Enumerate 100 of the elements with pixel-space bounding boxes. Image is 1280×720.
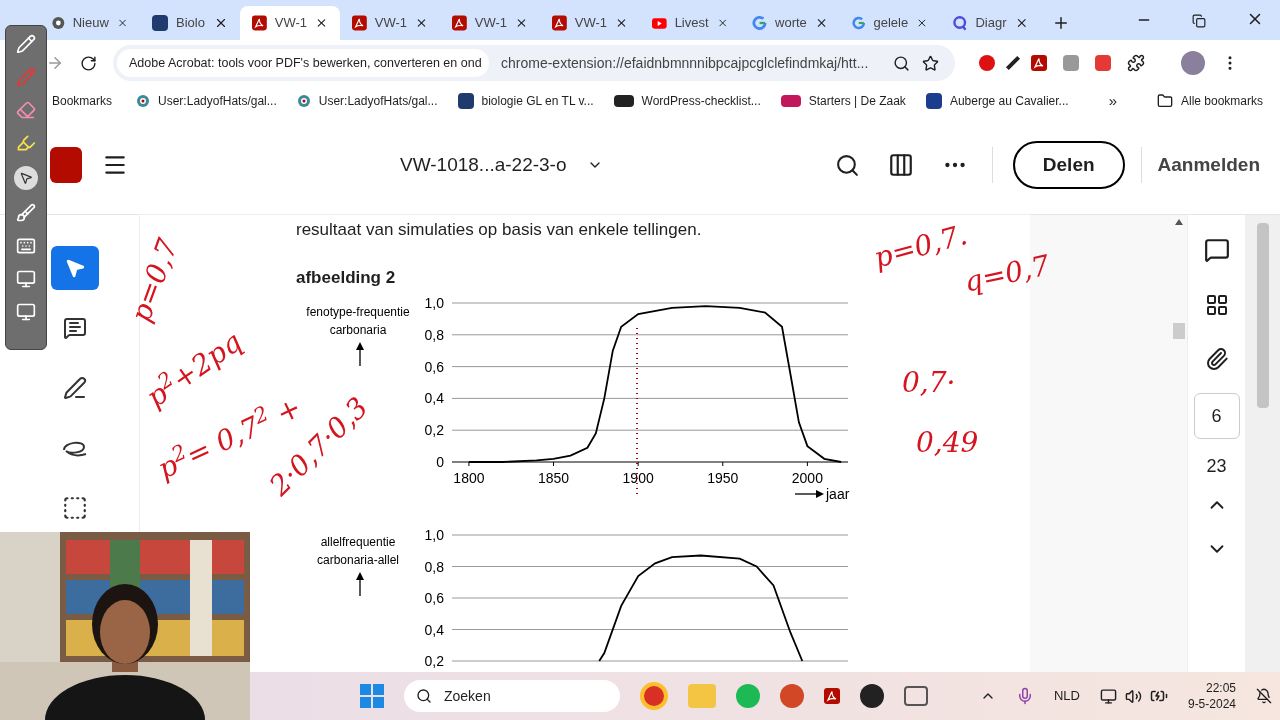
share-button[interactable]: Delen bbox=[1012, 141, 1125, 189]
keyboard-icon[interactable] bbox=[16, 236, 36, 256]
pdf-icon bbox=[452, 15, 467, 31]
scroll-up-icon[interactable] bbox=[1175, 219, 1183, 225]
browser-tab[interactable]: VW-1 bbox=[240, 6, 340, 40]
bookmark-item[interactable]: WordPress-checklist... bbox=[613, 92, 761, 110]
bookmark-item[interactable]: biologie GL en TL v... bbox=[457, 92, 594, 110]
search-icon[interactable] bbox=[834, 152, 860, 178]
brush-icon[interactable] bbox=[16, 203, 36, 223]
browser-tab[interactable]: VW-1 bbox=[340, 6, 440, 40]
tick-label: 0,2 bbox=[424, 422, 444, 439]
more-bookmarks-button[interactable]: » bbox=[1108, 89, 1117, 113]
browser-tab[interactable]: VW-1 bbox=[540, 6, 640, 40]
tab-title: gelele bbox=[873, 14, 909, 33]
close-icon[interactable] bbox=[214, 16, 228, 30]
g-logo-icon bbox=[752, 15, 768, 31]
browser-tab[interactable]: gelele bbox=[840, 6, 940, 40]
network-icon[interactable] bbox=[1099, 687, 1117, 705]
close-icon[interactable] bbox=[415, 16, 428, 30]
globe-icon bbox=[136, 94, 151, 108]
document-title[interactable]: VW-1018...a-22-3-o bbox=[400, 150, 567, 180]
handwritten-note: 0,49 bbox=[916, 425, 979, 461]
restore-icon[interactable] bbox=[1192, 14, 1206, 28]
b-logo-icon bbox=[925, 93, 942, 109]
tab-title: Livest bbox=[674, 14, 709, 33]
pdf-icon bbox=[352, 15, 367, 31]
tab-title: VW-1 bbox=[474, 14, 508, 33]
tick-label: 1850 bbox=[537, 470, 570, 486]
clock[interactable]: 22:05 9-5-2024 bbox=[1187, 680, 1236, 712]
scrollbar-thumb[interactable] bbox=[1173, 323, 1185, 339]
pencil-icon[interactable] bbox=[16, 34, 36, 54]
browser-tab[interactable]: Biolo bbox=[140, 6, 240, 40]
presentation-app-icon[interactable] bbox=[780, 684, 804, 708]
language-indicator[interactable]: NLD bbox=[1053, 686, 1080, 706]
crest-icon bbox=[152, 15, 168, 31]
chrome-icon[interactable] bbox=[640, 682, 668, 710]
browser-tab[interactable]: worte bbox=[740, 6, 840, 40]
bookmark-item[interactable]: User:LadyofHats/gal... bbox=[136, 92, 277, 110]
bookmark-star-icon[interactable] bbox=[922, 54, 939, 72]
new-tab-icon[interactable] bbox=[1052, 14, 1070, 32]
volume-icon[interactable] bbox=[1124, 687, 1142, 705]
text-box-icon bbox=[62, 495, 88, 521]
profile-avatar[interactable] bbox=[1181, 51, 1205, 75]
pointer-icon bbox=[19, 171, 33, 185]
globe-icon bbox=[296, 94, 311, 108]
reload-icon[interactable] bbox=[80, 54, 97, 72]
sign-in-link[interactable]: Aanmelden bbox=[1157, 150, 1260, 180]
browser-tab[interactable]: Nieuw bbox=[40, 6, 140, 40]
url-text: chrome-extension://efaidnbmnnnibpcajpcglclefindmkaj/htt... bbox=[501, 53, 870, 73]
close-icon[interactable] bbox=[515, 16, 528, 30]
highlighter-icon[interactable] bbox=[16, 133, 36, 153]
tip-logo-icon bbox=[613, 95, 634, 107]
pdf-extension-icon[interactable] bbox=[1031, 55, 1047, 71]
bookmark-item[interactable]: Starters | De Zaak bbox=[780, 92, 906, 110]
recorder-icon[interactable] bbox=[860, 684, 884, 708]
g-logo-icon bbox=[852, 15, 866, 31]
figure-title: afbeelding 2 bbox=[296, 266, 396, 289]
stop-sign-icon[interactable] bbox=[979, 55, 995, 71]
zoom-icon[interactable] bbox=[893, 54, 910, 72]
address-bar[interactable]: Adobe Acrobat: tools voor PDF's bewerken, converteren en ond chrome-extension://efaidnbmnnnibpcajpcglclefindmkaj/htt... bbox=[113, 45, 955, 81]
notifications-icon[interactable] bbox=[1256, 688, 1272, 704]
tick-label: 1900 bbox=[622, 470, 654, 486]
browser-tab[interactable]: Diagr bbox=[940, 6, 1040, 40]
tab-title: VW-1 bbox=[274, 14, 308, 33]
all-bookmarks-button[interactable]: Alle bookmarks bbox=[1156, 92, 1263, 110]
tick-label: 1,0 bbox=[424, 527, 444, 543]
pages-panel-icon[interactable] bbox=[887, 152, 914, 178]
pdf-icon bbox=[252, 15, 267, 31]
bookmark-item[interactable]: Auberge au Cavalier... bbox=[925, 92, 1069, 110]
comment-icon[interactable] bbox=[1203, 237, 1230, 263]
start-icon[interactable] bbox=[360, 684, 384, 708]
play-icon bbox=[652, 16, 667, 30]
extensions-icon[interactable] bbox=[1127, 54, 1145, 72]
page-number-field[interactable]: 6 bbox=[1193, 393, 1240, 439]
forward-icon[interactable] bbox=[46, 54, 64, 72]
scrollbar-thumb[interactable] bbox=[1256, 223, 1269, 408]
tab-title: Nieuw bbox=[72, 14, 109, 33]
pointer-button[interactable] bbox=[14, 166, 38, 190]
close-icon[interactable] bbox=[615, 16, 628, 30]
screen-icon[interactable] bbox=[16, 302, 36, 322]
chat-icon[interactable] bbox=[904, 686, 928, 706]
acrobat-logo-icon[interactable] bbox=[50, 147, 82, 183]
tick-label: 0,8 bbox=[424, 326, 444, 343]
extension-icon[interactable] bbox=[1095, 55, 1111, 71]
crest-icon bbox=[457, 93, 474, 109]
tab-title: VW-1 bbox=[374, 14, 408, 33]
bookmarks-label[interactable]: Bookmarks bbox=[52, 92, 113, 110]
thumbnails-icon[interactable] bbox=[1204, 293, 1229, 317]
search-field[interactable]: Zoeken bbox=[404, 680, 620, 712]
browser-tab[interactable]: VW-1 bbox=[440, 6, 540, 40]
browser-tab[interactable]: Livest bbox=[640, 6, 740, 40]
close-icon[interactable] bbox=[315, 16, 328, 30]
pdf-app-icon[interactable] bbox=[824, 688, 840, 704]
bookmark-item[interactable]: User:LadyofHats/gal... bbox=[296, 92, 438, 110]
page-total: 23 bbox=[1206, 455, 1227, 478]
pointer-icon bbox=[64, 257, 86, 279]
attachment-icon[interactable] bbox=[1204, 347, 1229, 371]
site-chip[interactable]: Adobe Acrobat: tools voor PDF's bewerken, converteren en ond bbox=[117, 49, 489, 77]
pdf-icon bbox=[1031, 55, 1047, 71]
screen-icon[interactable] bbox=[16, 269, 36, 289]
